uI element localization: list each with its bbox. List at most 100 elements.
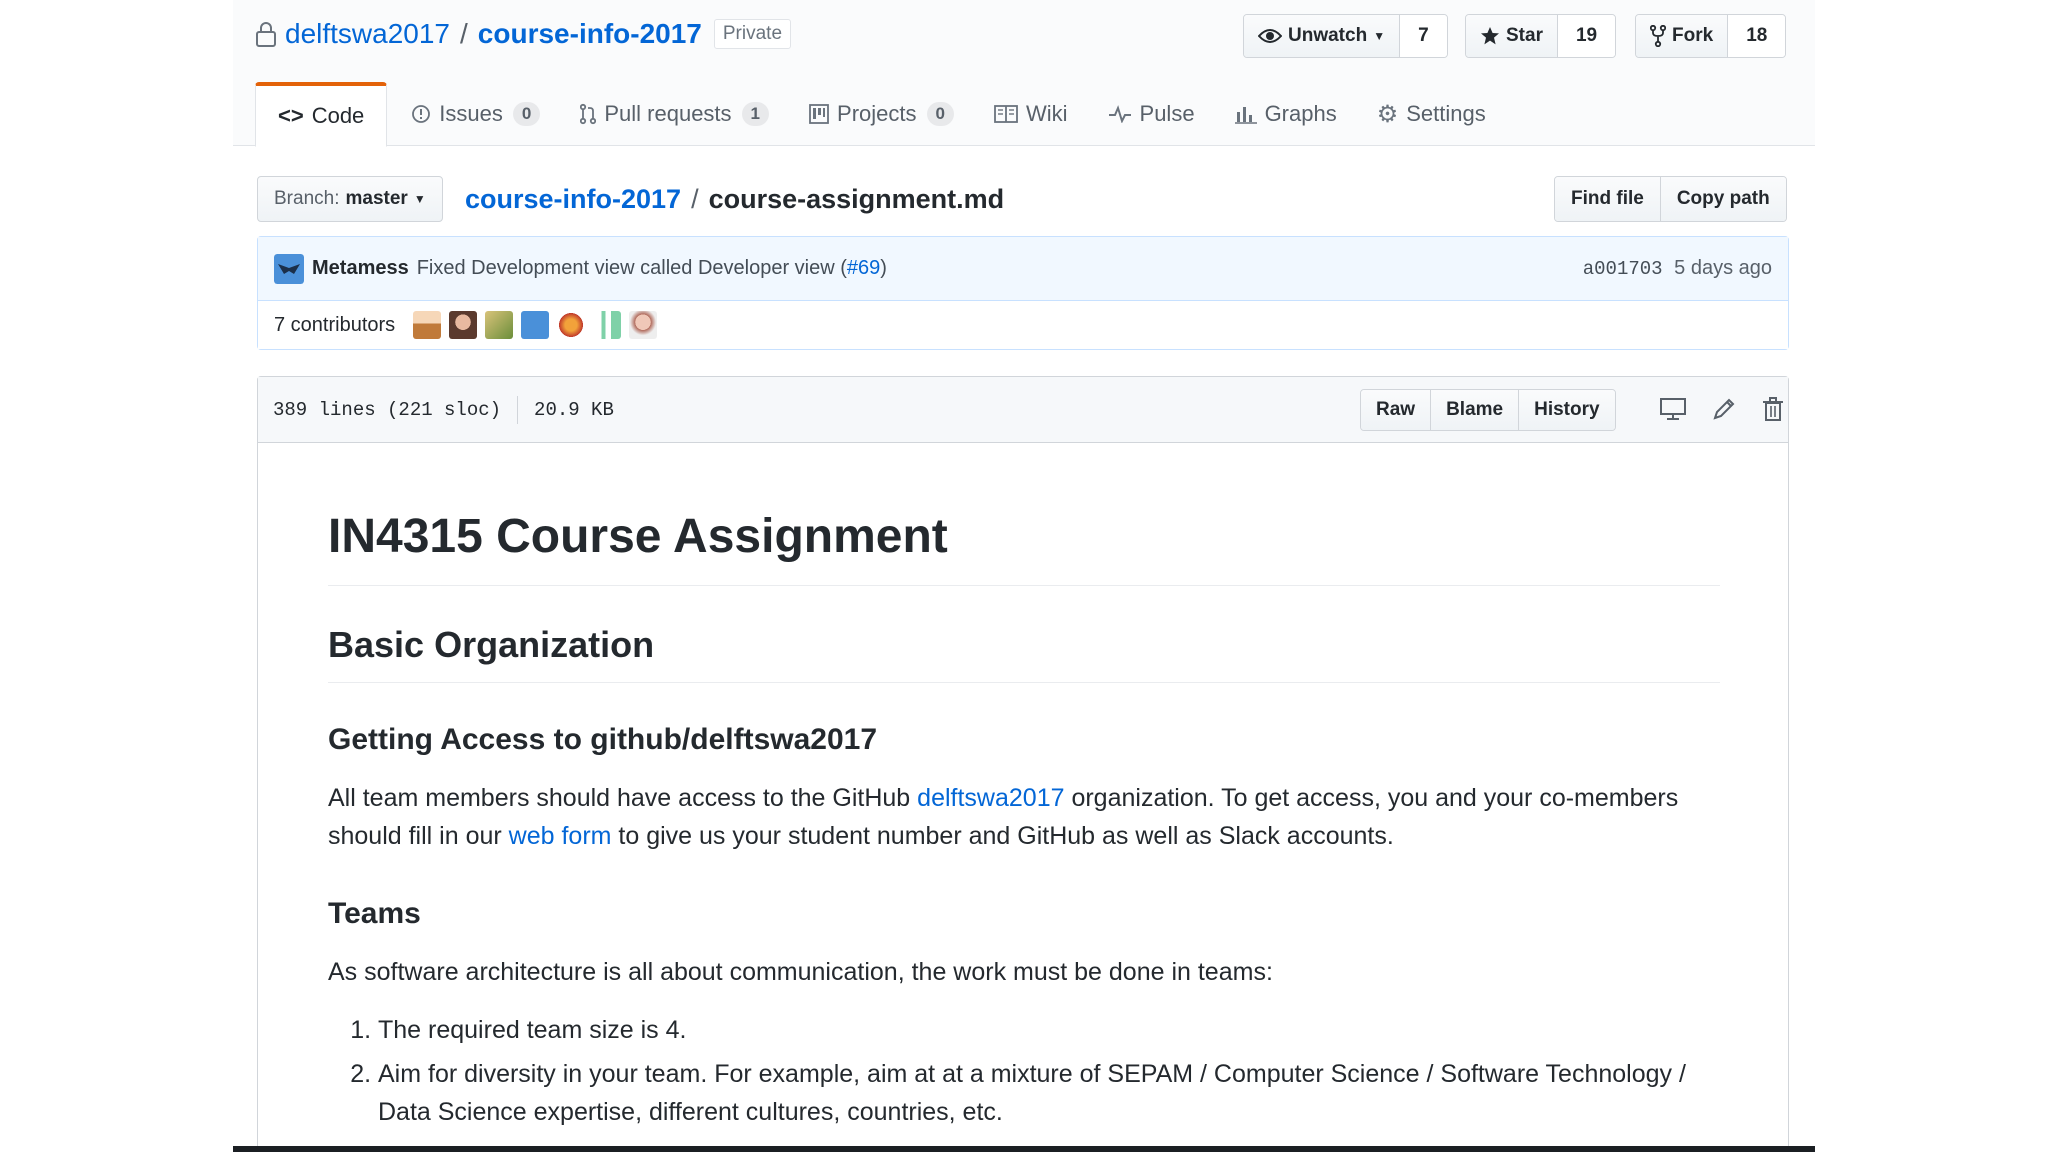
fork-button[interactable]: Fork: [1636, 15, 1729, 57]
eye-icon: [1258, 29, 1282, 43]
tab-pull-requests[interactable]: Pull requests 1: [560, 82, 789, 146]
contributors: 7 contributors: [258, 301, 1788, 349]
commit-meta: a001703 5 days ago: [1583, 257, 1772, 280]
file-info: 389 lines (221 sloc) 20.9 KB: [273, 395, 614, 424]
markdown-paragraph-teams: As software architecture is all about co…: [328, 958, 1273, 986]
raw-button[interactable]: Raw: [1361, 390, 1431, 430]
avatar[interactable]: [485, 311, 514, 339]
branch-name: master: [345, 188, 408, 209]
breadcrumb-repo-link[interactable]: course-info-2017: [465, 184, 681, 215]
watch-group: Unwatch ▼ 7: [1243, 14, 1448, 58]
tab-graphs-label: Graphs: [1264, 101, 1337, 126]
fork-group: Fork 18: [1635, 14, 1787, 58]
markdown-h2: Basic Organization: [328, 622, 1720, 683]
graph-icon: [1234, 107, 1257, 124]
tab-settings[interactable]: ⚙ Settings: [1357, 82, 1506, 146]
file-viewer: 389 lines (221 sloc) 20.9 KB Raw Blame H…: [257, 376, 1789, 1152]
code-icon: <>: [278, 103, 304, 128]
gear-icon: ⚙: [1376, 100, 1399, 128]
commit-message-end: ): [880, 257, 887, 279]
page: delftswa2017 / course-info-2017 Private …: [233, 0, 1815, 1152]
web-form-link[interactable]: web form: [509, 822, 612, 850]
watch-count[interactable]: 7: [1400, 15, 1447, 57]
lock-icon: [256, 22, 276, 47]
file-icon-actions: [1660, 397, 1784, 421]
markdown-h3-access: Getting Access to github/delftswa2017: [328, 723, 878, 756]
repo-title: delftswa2017 / course-info-2017 Private: [255, 14, 792, 54]
fork-count[interactable]: 18: [1728, 15, 1786, 57]
star-group: Star 19: [1465, 14, 1617, 58]
tab-projects-label: Projects: [837, 101, 917, 126]
repo-separator: /: [460, 18, 468, 49]
pulse-icon: [1108, 105, 1131, 123]
tab-pull-requests-label: Pull requests: [604, 101, 732, 126]
avatar[interactable]: [593, 311, 622, 339]
pull-request-icon: [580, 103, 597, 125]
markdown-h3-teams: Teams: [328, 897, 421, 930]
breadcrumb-separator: /: [691, 183, 699, 214]
unwatch-label: Unwatch: [1288, 25, 1368, 46]
tab-issues[interactable]: Issues 0: [391, 82, 560, 146]
desktop-icon[interactable]: [1660, 397, 1686, 421]
pull-requests-counter: 1: [741, 102, 770, 126]
history-button[interactable]: History: [1518, 390, 1615, 430]
divider: [517, 395, 519, 424]
trash-icon[interactable]: [1762, 397, 1784, 421]
chevron-down-icon: ▼: [1373, 29, 1386, 43]
chevron-down-icon: ▼: [413, 192, 426, 206]
org-link[interactable]: delftswa2017: [917, 784, 1064, 812]
latest-commit: Metamess Fixed Development view called D…: [258, 237, 1788, 301]
breadcrumb: course-info-2017 / course-assignment.md: [465, 176, 1004, 222]
avatar[interactable]: [413, 311, 442, 339]
commit-message[interactable]: Fixed Development view called Developer …: [417, 257, 847, 280]
repo-name-link[interactable]: course-info-2017: [478, 18, 702, 50]
avatar[interactable]: [557, 311, 586, 339]
star-button[interactable]: Star: [1466, 15, 1558, 57]
tab-wiki[interactable]: Wiki: [974, 82, 1088, 146]
text: All team members should have access to t…: [328, 784, 918, 812]
avatar[interactable]: [521, 311, 550, 339]
file-size: 20.9 KB: [534, 398, 614, 421]
avatar[interactable]: [274, 253, 304, 284]
copy-path-button[interactable]: Copy path: [1659, 177, 1786, 221]
blame-button[interactable]: Blame: [1430, 390, 1519, 430]
breadcrumb-file-name: course-assignment.md: [708, 183, 1005, 214]
tab-graphs[interactable]: Graphs: [1215, 82, 1357, 146]
commit-author-link[interactable]: Metamess: [312, 257, 409, 280]
file-actions: Raw Blame History: [1360, 389, 1616, 431]
pencil-icon[interactable]: [1712, 397, 1736, 421]
avatar[interactable]: [449, 311, 478, 339]
book-icon: [994, 105, 1018, 123]
project-icon: [809, 104, 829, 124]
markdown-list: The required team size is 4. Aim for div…: [328, 1011, 1720, 1131]
list-item: Aim for diversity in your team. For exam…: [378, 1055, 1720, 1131]
tab-issues-label: Issues: [439, 101, 503, 126]
contributors-link[interactable]: 7 contributors: [274, 314, 395, 337]
file-lines: 389 lines (221 sloc): [273, 398, 502, 421]
fork-icon: [1650, 25, 1666, 47]
commit-sha-link[interactable]: a001703: [1583, 258, 1663, 280]
unwatch-button[interactable]: Unwatch ▼: [1244, 15, 1401, 57]
text: to give us your student number and GitHu…: [611, 822, 1394, 850]
file-nav-buttons: Find file Copy path: [1554, 176, 1787, 222]
tab-projects[interactable]: Projects 0: [789, 82, 974, 146]
repo-owner-link[interactable]: delftswa2017: [285, 18, 450, 50]
branch-label: Branch:: [274, 188, 340, 209]
tab-pulse[interactable]: Pulse: [1088, 82, 1215, 146]
bottom-bar: [233, 1146, 1815, 1152]
issues-counter: 0: [512, 102, 541, 126]
markdown-body: IN4315 Course Assignment Basic Organizat…: [328, 507, 1720, 1137]
commit-pr-link[interactable]: #69: [847, 257, 880, 280]
commit-time: 5 days ago: [1674, 257, 1772, 279]
markdown-h1: IN4315 Course Assignment: [328, 507, 1720, 586]
private-badge: Private: [713, 19, 792, 49]
avatar[interactable]: [629, 311, 658, 339]
repo-nav-tabs: <> Code Issues 0 Pull requests 1 Project…: [255, 82, 1506, 147]
branch-select-button[interactable]: Branch: master ▼: [257, 176, 443, 222]
tab-code[interactable]: <> Code: [255, 82, 388, 147]
star-count[interactable]: 19: [1557, 15, 1616, 57]
commit-tease: Metamess Fixed Development view called D…: [257, 236, 1789, 350]
find-file-button[interactable]: Find file: [1555, 177, 1660, 221]
issue-icon: [412, 105, 431, 123]
tab-wiki-label: Wiki: [1025, 101, 1068, 126]
